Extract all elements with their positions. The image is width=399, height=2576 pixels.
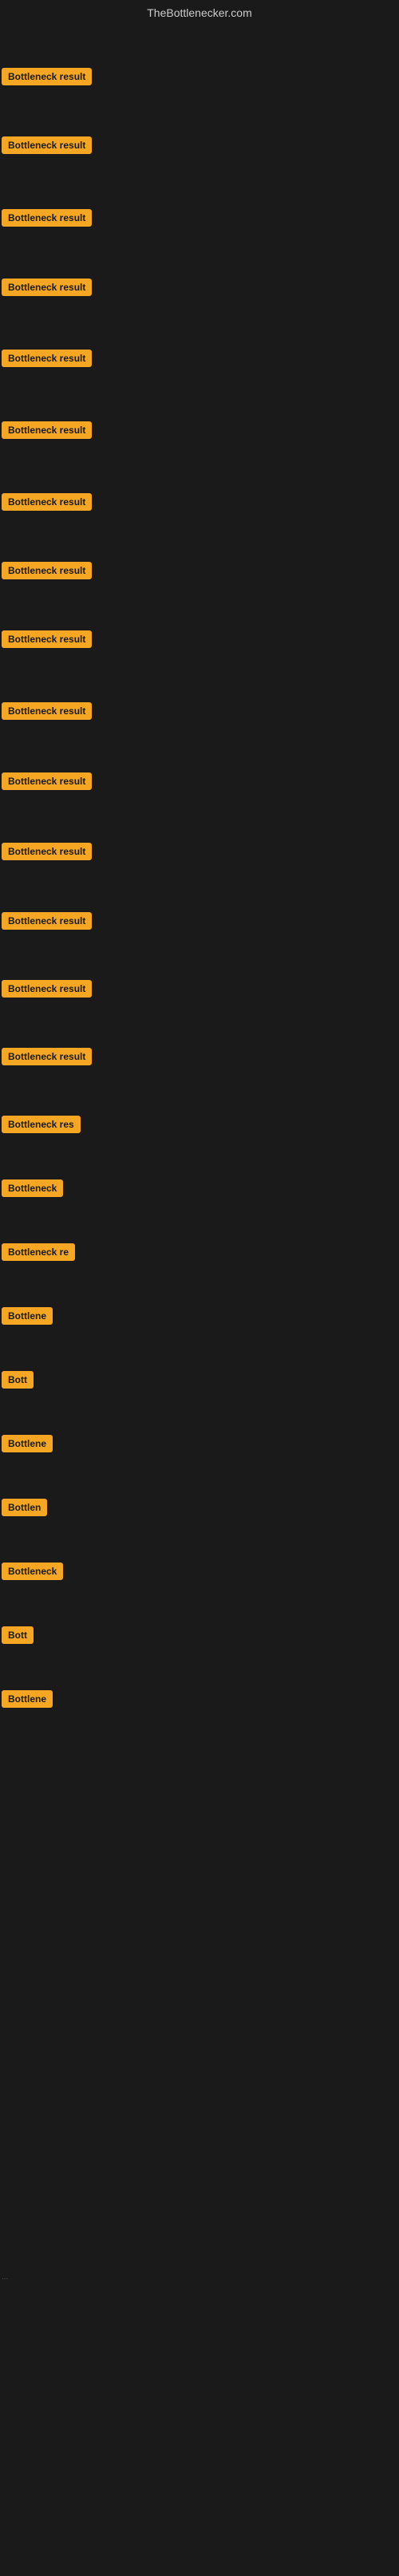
bottleneck-item-9[interactable]: Bottleneck result: [2, 702, 92, 724]
bottleneck-item-23[interactable]: Bott: [2, 1626, 34, 1648]
bottleneck-item-18[interactable]: Bottlene: [2, 1307, 53, 1329]
bottleneck-item-10[interactable]: Bottleneck result: [2, 772, 92, 794]
bottleneck-item-15[interactable]: Bottleneck res: [2, 1116, 81, 1137]
bottleneck-item-5[interactable]: Bottleneck result: [2, 421, 92, 443]
bottleneck-item-14[interactable]: Bottleneck result: [2, 1048, 92, 1069]
bottleneck-item-19[interactable]: Bott: [2, 1371, 34, 1393]
bottleneck-item-7[interactable]: Bottleneck result: [2, 562, 92, 583]
bottleneck-item-6[interactable]: Bottleneck result: [2, 493, 92, 515]
bottleneck-item-4[interactable]: Bottleneck result: [2, 350, 92, 371]
bottleneck-item-2[interactable]: Bottleneck result: [2, 209, 92, 231]
bottleneck-item-16[interactable]: Bottleneck: [2, 1179, 63, 1201]
bottleneck-item-13[interactable]: Bottleneck result: [2, 980, 92, 1002]
bottleneck-item-22[interactable]: Bottleneck: [2, 1563, 63, 1584]
bottleneck-item-11[interactable]: Bottleneck result: [2, 843, 92, 864]
bottleneck-item-12[interactable]: Bottleneck result: [2, 912, 92, 934]
bottleneck-item-3[interactable]: Bottleneck result: [2, 279, 92, 300]
bottleneck-item-20[interactable]: Bottlene: [2, 1435, 53, 1456]
bottleneck-item-8[interactable]: Bottleneck result: [2, 630, 92, 652]
site-title: TheBottlenecker.com: [0, 0, 399, 22]
bottleneck-item-24[interactable]: Bottlene: [2, 1690, 53, 1712]
bottleneck-item-17[interactable]: Bottleneck re: [2, 1243, 75, 1265]
bottleneck-item-21[interactable]: Bottlen: [2, 1499, 47, 1520]
tiny-indicator: ...: [2, 2273, 8, 2282]
bottleneck-item-1[interactable]: Bottleneck result: [2, 136, 92, 158]
bottleneck-item-0[interactable]: Bottleneck result: [2, 68, 92, 89]
